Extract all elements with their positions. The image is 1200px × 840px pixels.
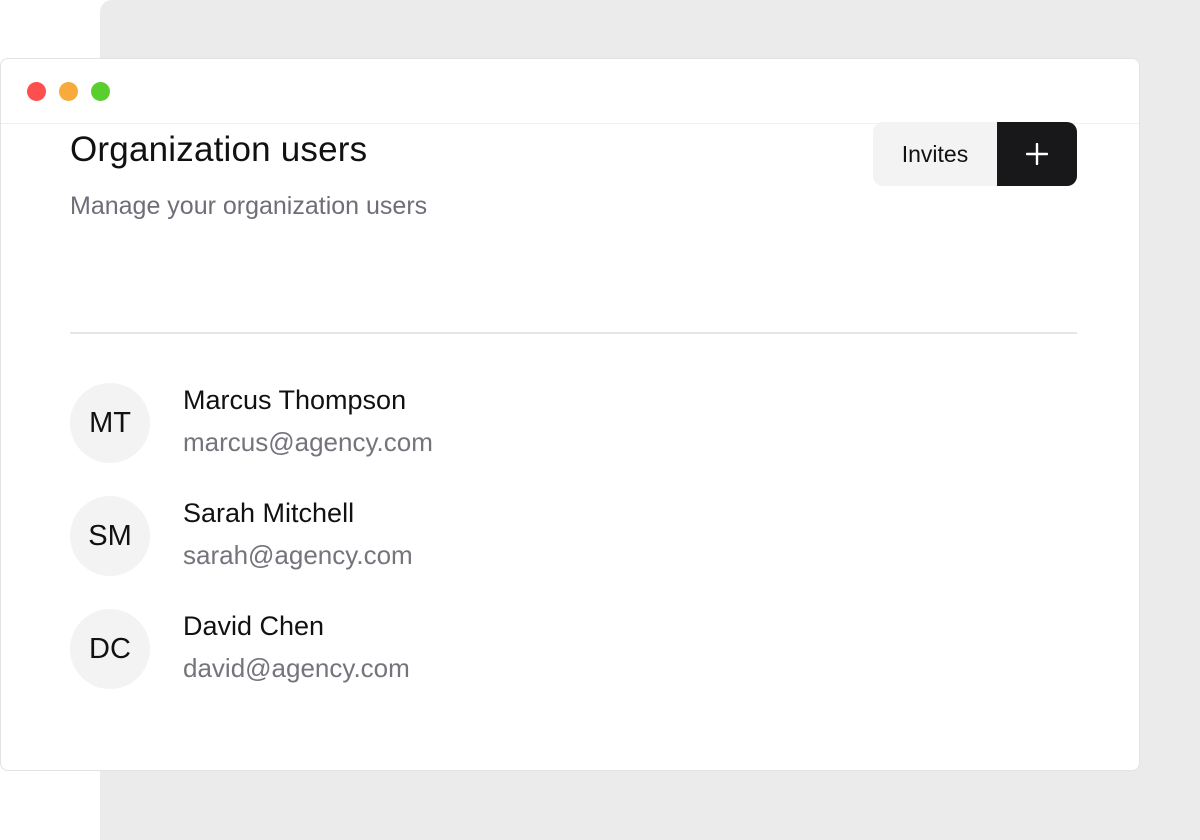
user-list: MT Marcus Thompson marcus@agency.com SM … <box>70 383 1077 722</box>
user-email: david@agency.com <box>183 653 410 683</box>
user-name: Marcus Thompson <box>183 385 407 415</box>
window-close-button[interactable] <box>27 82 46 101</box>
avatar: MT <box>70 383 150 463</box>
user-email: marcus@agency.com <box>183 427 433 457</box>
header-actions: Invites <box>873 122 1077 186</box>
user-email: sarah@agency.com <box>183 540 413 570</box>
section-divider <box>70 332 1077 334</box>
user-row[interactable]: SM Sarah Mitchell sarah@agency.com <box>70 496 1077 576</box>
page-subtitle: Manage your organization users <box>70 192 428 220</box>
user-name: David Chen <box>183 611 325 641</box>
window-minimize-button[interactable] <box>59 82 78 101</box>
user-row[interactable]: MT Marcus Thompson marcus@agency.com <box>70 383 1077 463</box>
avatar: DC <box>70 609 150 689</box>
page-title: Organization users <box>70 130 368 169</box>
window-maximize-button[interactable] <box>91 82 110 101</box>
window-titlebar <box>1 59 1139 124</box>
user-row[interactable]: DC David Chen david@agency.com <box>70 609 1077 689</box>
invites-button[interactable]: Invites <box>873 122 997 186</box>
add-user-button[interactable] <box>997 122 1077 186</box>
plus-icon <box>1026 143 1048 165</box>
avatar: SM <box>70 496 150 576</box>
user-name: Sarah Mitchell <box>183 498 355 528</box>
invites-button-label: Invites <box>901 140 969 167</box>
